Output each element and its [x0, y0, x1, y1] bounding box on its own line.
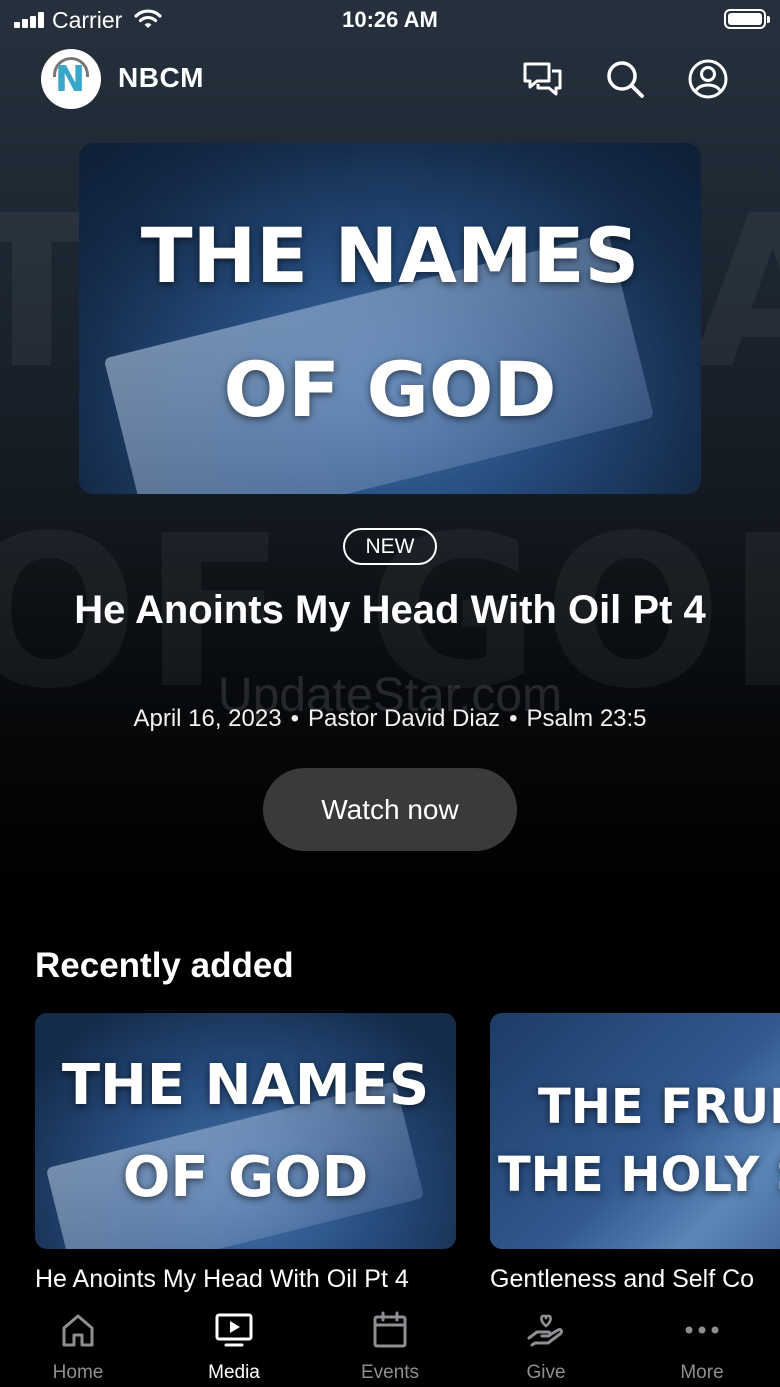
home-icon — [62, 1314, 94, 1347]
media-icon — [215, 1313, 253, 1347]
tab-label: Media — [208, 1362, 260, 1383]
thumbnail-title-line2: OF GOD — [122, 1145, 369, 1210]
separator: • — [509, 705, 518, 732]
section-title-recently-added: Recently added — [35, 946, 294, 985]
media-thumbnail[interactable]: THE FRUIT THE HOLY S — [490, 1013, 780, 1249]
sermon-title: He Anoints My Head With Oil Pt 4 — [74, 588, 706, 632]
separator: • — [290, 705, 299, 732]
media-card-title: Gentleness and Self Co — [490, 1265, 755, 1293]
battery-icon — [724, 9, 770, 29]
status-bar: Carrier 10:26 AM — [0, 0, 780, 40]
thumbnail-title-line2: THE HOLY S — [498, 1147, 780, 1203]
logo-letter: N — [55, 59, 86, 100]
media-card[interactable]: THE FRUIT THE HOLY S Gentleness and Self… — [490, 1013, 780, 1294]
sermon-date: April 16, 2023 — [133, 705, 282, 732]
tab-label: Home — [52, 1362, 104, 1383]
tab-events[interactable]: Events — [312, 1300, 468, 1387]
artwork-title-line2: OF GOD — [223, 345, 557, 434]
sermon-speaker: Pastor David Diaz — [307, 705, 501, 732]
media-card[interactable]: THE NAMES OF GOD He Anoints My Head With… — [35, 1013, 456, 1294]
app-header: N NBCM — [0, 48, 780, 110]
media-card-title: He Anoints My Head With Oil Pt 4 — [35, 1265, 409, 1293]
tab-give[interactable]: Give — [468, 1300, 624, 1387]
thumbnail-title-line1: THE NAMES — [61, 1053, 430, 1118]
thumbnail-title-line1: THE FRUIT — [538, 1079, 780, 1135]
search-icon[interactable] — [604, 58, 646, 100]
artwork-title-line1: THE NAMES — [140, 211, 640, 300]
tab-label: Events — [360, 1362, 420, 1383]
new-badge: NEW — [343, 528, 437, 565]
calendar-icon — [373, 1311, 407, 1348]
chat-icon[interactable] — [522, 58, 564, 100]
clock: 10:26 AM — [342, 7, 438, 32]
profile-icon[interactable] — [687, 58, 729, 100]
brand-name: NBCM — [118, 62, 204, 93]
sermon-scripture: Psalm 23:5 — [526, 705, 647, 732]
featured-sermon-artwork[interactable]: THE NAMES OF GOD — [79, 143, 701, 494]
tab-label: More — [680, 1362, 724, 1383]
tab-bar: Home Media Events Give More — [0, 1300, 780, 1387]
tab-media[interactable]: Media — [156, 1300, 312, 1387]
church-logo[interactable]: N — [41, 49, 101, 109]
tab-label: Give — [526, 1362, 566, 1383]
more-icon — [685, 1326, 719, 1334]
media-thumbnail[interactable]: THE NAMES OF GOD — [35, 1013, 456, 1249]
tab-more[interactable]: More — [624, 1300, 780, 1387]
give-icon — [527, 1314, 563, 1347]
watch-now-button[interactable]: Watch now — [263, 768, 517, 851]
sermon-meta: April 16, 2023 • Pastor David Diaz • Psalm 2… — [0, 705, 780, 733]
tab-home[interactable]: Home — [0, 1300, 156, 1387]
